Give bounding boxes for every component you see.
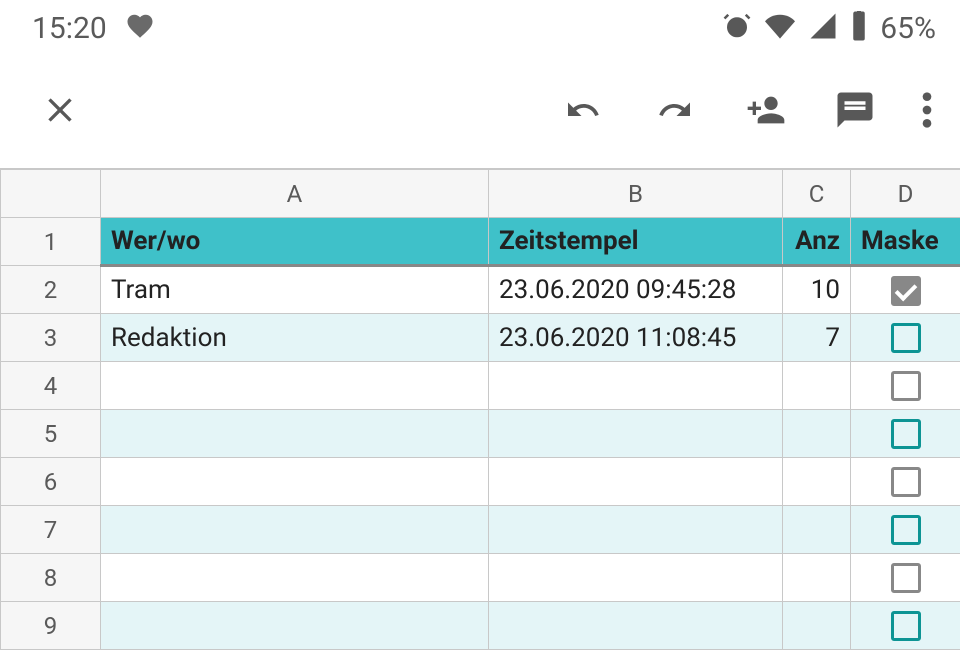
undo-button[interactable] <box>560 92 606 128</box>
wifi-icon <box>764 11 796 45</box>
cell[interactable] <box>783 362 851 410</box>
table-row: 5 <box>1 410 960 458</box>
table-row: 2 Tram 23.06.2020 09:45:28 10 <box>1 266 960 314</box>
row-number[interactable]: 1 <box>1 218 101 266</box>
cell[interactable] <box>101 602 489 650</box>
row-number[interactable]: 6 <box>1 458 101 506</box>
cell[interactable] <box>101 362 489 410</box>
cell[interactable]: Zeitstempel <box>489 218 783 266</box>
cell[interactable] <box>851 314 960 362</box>
comment-button[interactable] <box>834 89 876 131</box>
cell[interactable] <box>101 458 489 506</box>
cell[interactable]: 23.06.2020 09:45:28 <box>489 266 783 314</box>
cell[interactable]: Tram <box>101 266 489 314</box>
signal-icon <box>808 11 838 45</box>
cell[interactable] <box>851 506 960 554</box>
cell[interactable] <box>101 506 489 554</box>
col-header-a[interactable]: A <box>101 170 489 218</box>
cell[interactable] <box>783 410 851 458</box>
cell[interactable] <box>783 458 851 506</box>
cell[interactable]: Maske <box>851 218 960 266</box>
more-button[interactable] <box>922 90 932 130</box>
checkbox-icon[interactable] <box>891 276 921 306</box>
table-row: 7 <box>1 506 960 554</box>
cell[interactable] <box>783 506 851 554</box>
cell[interactable]: 10 <box>783 266 851 314</box>
cell[interactable] <box>489 458 783 506</box>
table-row: 4 <box>1 362 960 410</box>
battery-icon <box>850 11 868 45</box>
cell[interactable]: Wer/wo <box>101 218 489 266</box>
cell[interactable] <box>489 602 783 650</box>
table-row: 9 <box>1 602 960 650</box>
status-time: 15:20 <box>32 11 107 46</box>
table-row: 6 <box>1 458 960 506</box>
cell[interactable] <box>101 554 489 602</box>
close-button[interactable] <box>40 90 80 130</box>
redo-button[interactable] <box>652 92 698 128</box>
cell[interactable] <box>783 554 851 602</box>
cell[interactable]: 7 <box>783 314 851 362</box>
app-toolbar <box>0 56 960 168</box>
table-row: 1 Wer/wo Zeitstempel Anz Maske <box>1 218 960 266</box>
col-header-c[interactable]: C <box>783 170 851 218</box>
cell[interactable] <box>851 602 960 650</box>
cell[interactable] <box>783 602 851 650</box>
checkbox-icon[interactable] <box>891 419 921 449</box>
corner-cell[interactable] <box>1 170 101 218</box>
cell[interactable] <box>851 266 960 314</box>
battery-percent: 65% <box>880 11 936 46</box>
row-number[interactable]: 3 <box>1 314 101 362</box>
checkbox-icon[interactable] <box>891 515 921 545</box>
cell[interactable] <box>489 506 783 554</box>
row-number[interactable]: 9 <box>1 602 101 650</box>
checkbox-icon[interactable] <box>891 323 921 353</box>
cell[interactable]: Redaktion <box>101 314 489 362</box>
row-number[interactable]: 2 <box>1 266 101 314</box>
row-number[interactable]: 5 <box>1 410 101 458</box>
add-person-button[interactable] <box>744 90 788 130</box>
cell[interactable] <box>851 458 960 506</box>
cell[interactable] <box>489 362 783 410</box>
cell[interactable] <box>851 362 960 410</box>
cell[interactable] <box>851 410 960 458</box>
row-number[interactable]: 8 <box>1 554 101 602</box>
checkbox-icon[interactable] <box>891 563 921 593</box>
heart-icon <box>125 11 155 45</box>
cell[interactable] <box>489 410 783 458</box>
status-bar: 15:20 65% <box>0 0 960 56</box>
alarm-icon <box>722 11 752 45</box>
table-row: 8 <box>1 554 960 602</box>
cell[interactable] <box>851 554 960 602</box>
row-number[interactable]: 7 <box>1 506 101 554</box>
cell[interactable] <box>101 410 489 458</box>
table-row: 3 Redaktion 23.06.2020 11:08:45 7 <box>1 314 960 362</box>
checkbox-icon[interactable] <box>891 371 921 401</box>
spreadsheet[interactable]: A B C D 1 Wer/wo Zeitstempel Anz Maske 2… <box>0 168 960 650</box>
checkbox-icon[interactable] <box>891 467 921 497</box>
cell[interactable] <box>489 554 783 602</box>
cell[interactable]: Anz <box>783 218 851 266</box>
cell[interactable]: 23.06.2020 11:08:45 <box>489 314 783 362</box>
col-header-b[interactable]: B <box>489 170 783 218</box>
column-header-row: A B C D <box>1 170 960 218</box>
col-header-d[interactable]: D <box>851 170 960 218</box>
checkbox-icon[interactable] <box>891 611 921 641</box>
row-number[interactable]: 4 <box>1 362 101 410</box>
